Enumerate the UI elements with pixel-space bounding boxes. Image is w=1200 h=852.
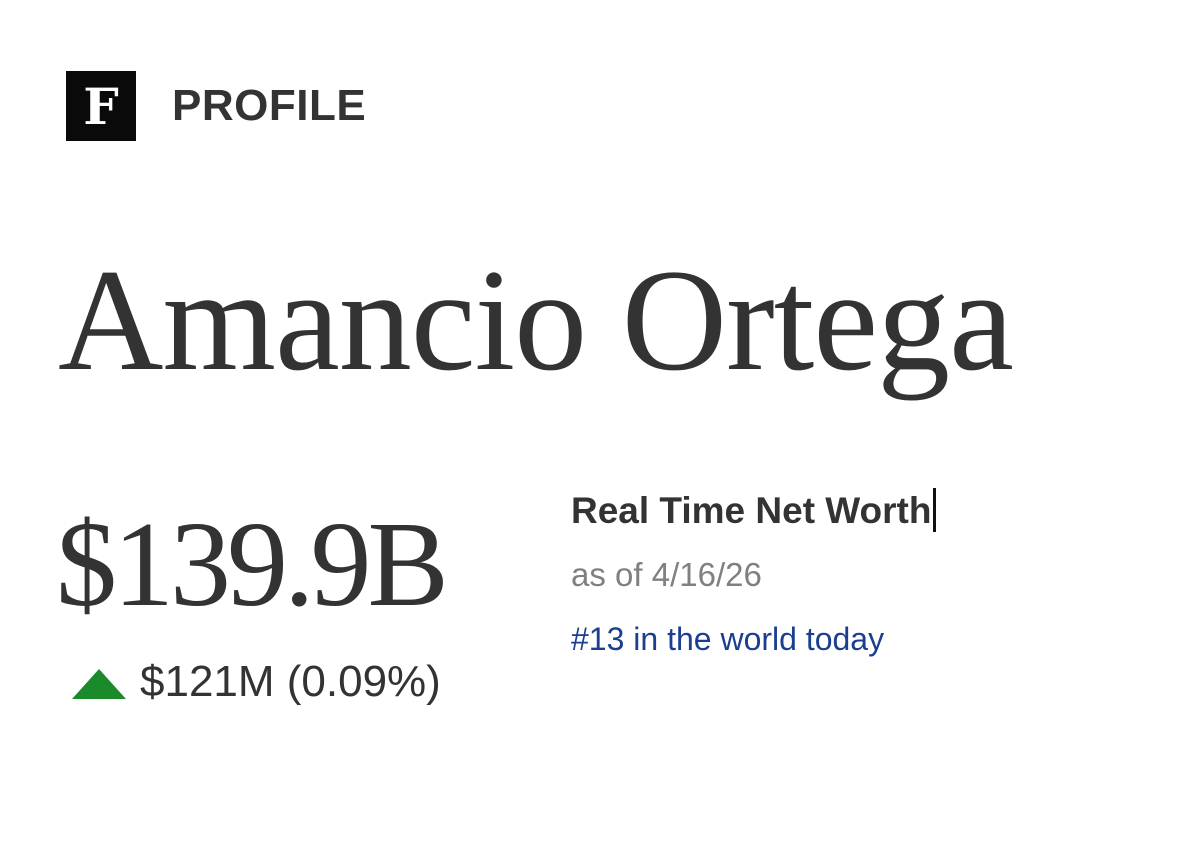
- real-time-net-worth-label: Real Time Net Worth: [571, 487, 937, 535]
- profile-header: F PROFILE: [66, 70, 366, 142]
- forbes-logo[interactable]: F: [66, 71, 136, 141]
- profile-page: F PROFILE Amancio Ortega $139.9B $121M (…: [0, 0, 1200, 852]
- up-arrow-icon: [72, 669, 126, 699]
- as-of-date: as of 4/16/26: [571, 556, 762, 593]
- net-worth-value: $139.9B: [56, 497, 449, 632]
- person-name: Amancio Ortega: [58, 239, 1014, 401]
- real-time-label-text: Real Time Net Worth: [571, 490, 932, 531]
- logo-letter: F: [83, 77, 119, 136]
- change-text: $121M (0.09%): [140, 657, 441, 706]
- net-worth-change: $121M (0.09%): [72, 652, 441, 712]
- text-cursor: [933, 488, 937, 533]
- section-label: PROFILE: [172, 81, 367, 130]
- world-rank-link[interactable]: #13 in the world today: [571, 617, 884, 661]
